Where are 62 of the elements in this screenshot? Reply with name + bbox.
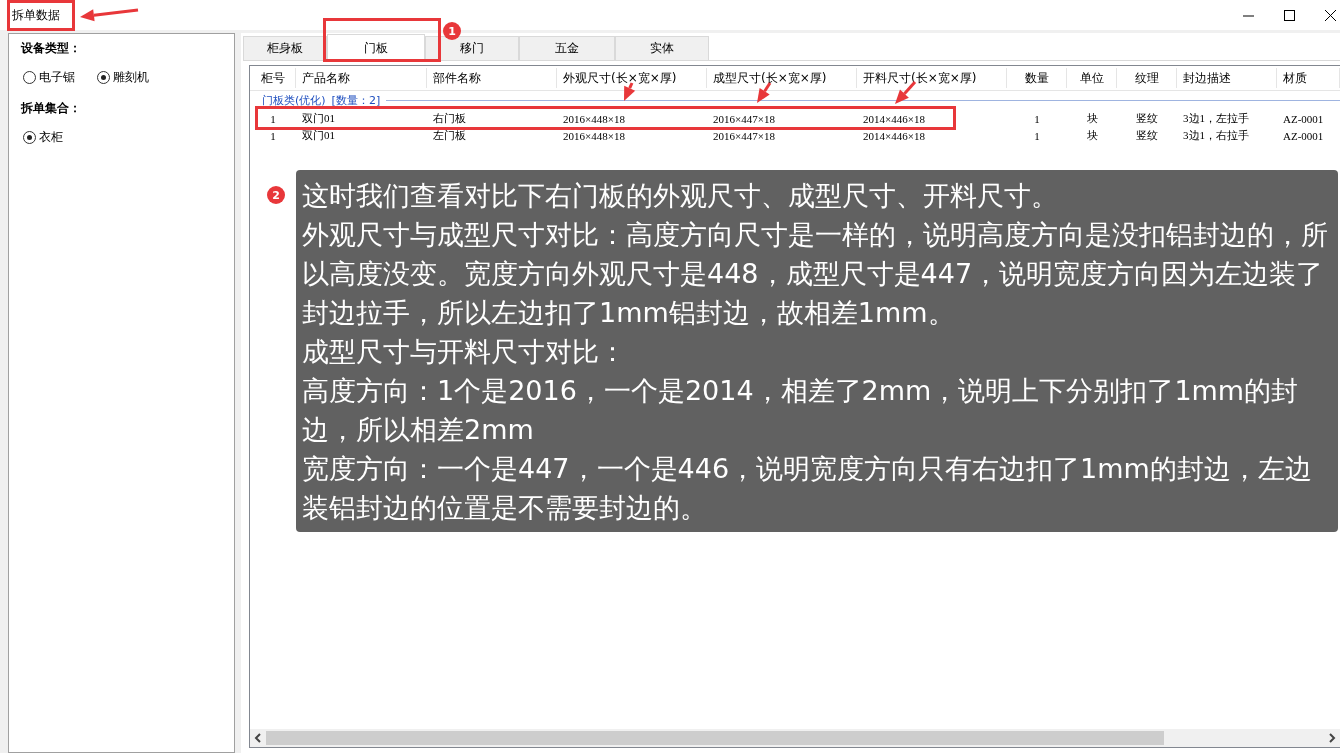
split-set-label: 拆单集合： <box>21 100 82 117</box>
table-cell-text: 2014×446×18 <box>862 112 926 125</box>
table-cell-text: 1 <box>1033 112 1041 125</box>
note-paragraph: 这时我们查看对比下右门板的外观尺寸、成型尺寸、开料尺寸。 <box>302 179 1059 213</box>
highlight-frame <box>7 0 75 31</box>
scroll-left-icon[interactable] <box>254 733 262 743</box>
radio-dot-icon[interactable] <box>23 131 36 144</box>
note-paragraph: 成型尺寸与开料尺寸对比： <box>302 335 627 369</box>
pointer-arrow <box>757 82 772 103</box>
radio-option[interactable]: 雕刻机 <box>97 69 149 86</box>
note-paragraph: 宽度方向：一个是447，一个是446，说明宽度方向只有右边扣了1mm的封边，左边装铝封边的位置是不需要封边的。 <box>302 452 1313 525</box>
table-cell-text: 2016×448×18 <box>562 129 626 142</box>
tab[interactable]: 移门 <box>425 36 519 60</box>
column-header[interactable]: 材质 <box>1277 68 1340 88</box>
note-paragraph: 外观尺寸与成型尺寸对比：高度方向尺寸是一样的，说明高度方向是没扣铝封边的，所以高度没变。宽度方向外观尺寸是448，成型尺寸是447，说明宽度方向因为左边装了封边拉手，所以左边扣了1mm铝封边，故相差1mm。 <box>302 218 1329 330</box>
table-cell-text: 双门01 <box>301 111 336 126</box>
radio-dot-icon[interactable] <box>23 71 36 84</box>
pointer-arrow <box>624 82 636 101</box>
column-header[interactable]: 数量 <box>1007 68 1067 88</box>
table-cell-text: AZ-0001 <box>1282 129 1325 142</box>
column-header[interactable]: 成型尺寸(长×宽×厚) <box>707 68 857 88</box>
table-cell-text: 竖纹 <box>1135 111 1159 126</box>
table-cell-text: 左门板 <box>432 128 467 143</box>
column-header[interactable]: 单位 <box>1067 68 1117 88</box>
table-cell-text: 块 <box>1085 111 1099 126</box>
table-cell-text: 2016×447×18 <box>712 129 776 142</box>
horizontal-scrollbar[interactable] <box>250 729 1340 747</box>
group-name: 门板类(优化) <box>262 92 326 108</box>
column-header[interactable]: 纹理 <box>1117 68 1177 88</box>
close-icon[interactable] <box>1325 9 1336 21</box>
column-header[interactable]: 封边描述 <box>1177 68 1277 88</box>
table-cell-text: 3边1，左拉手 <box>1182 111 1250 126</box>
pointer-arrow <box>80 8 139 22</box>
radio-option[interactable]: 衣柜 <box>23 129 63 146</box>
table-cell-text: 3边1，右拉手 <box>1182 128 1250 143</box>
column-header[interactable]: 柜号 <box>250 68 296 88</box>
table-cell-text: 块 <box>1085 128 1099 143</box>
radio-dot-icon[interactable] <box>97 71 110 84</box>
tab[interactable]: 实体 <box>615 36 709 60</box>
table-cell-text: AZ-0001 <box>1282 112 1325 125</box>
table-cell-text: 1 <box>269 129 277 142</box>
maximize-icon[interactable] <box>1284 9 1295 21</box>
tab[interactable]: 门板 <box>327 34 425 62</box>
table-cell-text: 2014×446×18 <box>862 129 926 142</box>
table-cell-text: 1 <box>269 112 277 125</box>
column-header[interactable]: 产品名称 <box>296 68 427 88</box>
group-count: [数量：2] <box>331 92 381 108</box>
tab[interactable]: 五金 <box>519 36 615 60</box>
table-cell-text: 2016×448×18 <box>562 112 626 125</box>
column-header[interactable]: 部件名称 <box>427 68 557 88</box>
table-cell-text: 1 <box>1033 129 1041 142</box>
scroll-right-icon[interactable] <box>1328 733 1336 743</box>
radio-option[interactable]: 电子锯 <box>23 69 75 86</box>
tab[interactable]: 柜身板 <box>243 36 327 60</box>
table-cell-text: 双门01 <box>301 128 336 143</box>
scrollbar-thumb[interactable] <box>266 731 1164 745</box>
window-title: 拆单数据 <box>12 6 60 24</box>
table-cell-text: 2016×447×18 <box>712 112 776 125</box>
table-cell-text: 右门板 <box>432 111 467 126</box>
note-paragraph: 高度方向：1个是2016，一个是2014，相差了2mm，说明上下分别扣了1mm的封边，所以相差2mm <box>302 374 1300 447</box>
table-cell-text: 竖纹 <box>1135 128 1159 143</box>
device-type-label: 设备类型： <box>21 40 82 57</box>
